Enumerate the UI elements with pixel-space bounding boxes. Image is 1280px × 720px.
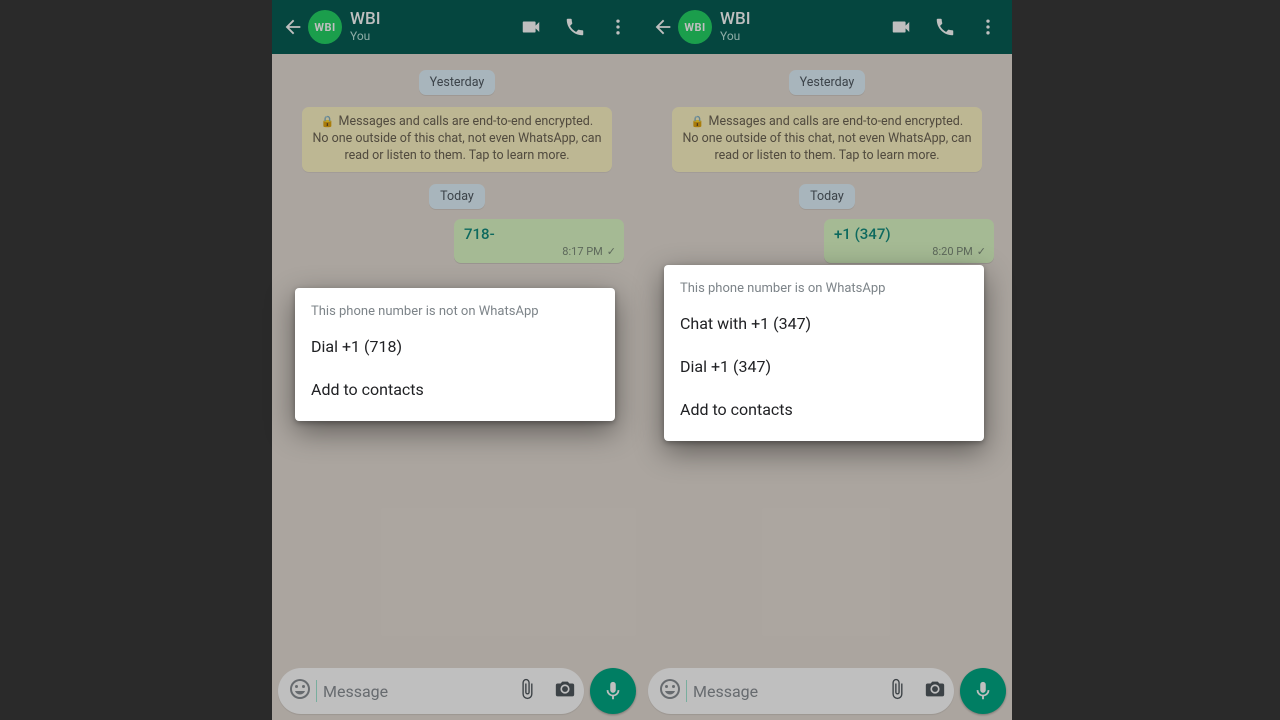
message-text: +1 (347) [834,225,986,243]
encryption-banner[interactable]: 🔒Messages and calls are end-to-end encry… [672,107,982,172]
date-chip-yesterday: Yesterday [789,70,866,95]
lock-icon: 🔒 [691,115,705,128]
attach-icon[interactable] [886,678,908,704]
message-bubble[interactable]: +1 (347) 8:20 PM ✓ [824,219,994,263]
voice-call-icon[interactable] [564,16,586,38]
message-input[interactable]: Message [648,668,954,714]
input-bar: Message [648,668,1006,714]
voice-call-icon[interactable] [934,16,956,38]
date-chip-yesterday: Yesterday [419,70,496,95]
dialog-item-add-contact[interactable]: Add to contacts [295,368,615,411]
phone-action-dialog-not-on-whatsapp: This phone number is not on WhatsApp Dia… [295,288,615,421]
encryption-text: Messages and calls are end-to-end encryp… [683,114,972,163]
dialog-item-add-contact[interactable]: Add to contacts [664,388,984,431]
message-time: 8:17 PM [562,245,602,258]
message-bubble[interactable]: 718- 8:17 PM ✓ [454,219,624,263]
contact-name: WBI [350,10,520,30]
lock-icon: 🔒 [321,115,335,128]
chat-title-block[interactable]: WBI You [720,10,890,43]
contact-sub: You [350,30,520,44]
input-bar: Message [278,668,636,714]
chat-title-block[interactable]: WBI You [350,10,520,43]
emoji-icon[interactable] [288,677,312,705]
more-options-icon[interactable] [978,17,998,37]
dialog-title: This phone number is not on WhatsApp [295,302,615,325]
avatar[interactable]: WBI [308,10,342,44]
date-chip-today: Today [799,184,855,209]
back-button[interactable] [278,7,308,47]
more-options-icon[interactable] [608,17,628,37]
back-button[interactable] [648,7,678,47]
chat-header: WBI WBI You [272,0,642,54]
message-placeholder: Message [316,680,516,702]
avatar[interactable]: WBI [678,10,712,44]
voice-record-button[interactable] [960,668,1006,714]
video-call-icon[interactable] [890,16,912,38]
sent-tick-icon: ✓ [977,245,986,258]
dialog-item-dial[interactable]: Dial +1 (347) [664,345,984,388]
chat-header: WBI WBI You [642,0,1012,54]
camera-icon[interactable] [554,678,576,704]
contact-name: WBI [720,10,890,30]
date-chip-today: Today [429,184,485,209]
message-input[interactable]: Message [278,668,584,714]
message-text: 718- [464,225,616,243]
contact-sub: You [720,30,890,44]
encryption-banner[interactable]: 🔒Messages and calls are end-to-end encry… [302,107,612,172]
message-placeholder: Message [686,680,886,702]
voice-record-button[interactable] [590,668,636,714]
sent-tick-icon: ✓ [607,245,616,258]
encryption-text: Messages and calls are end-to-end encryp… [313,114,602,163]
emoji-icon[interactable] [658,677,682,705]
dialog-item-chat[interactable]: Chat with +1 (347) [664,302,984,345]
phone-action-dialog-on-whatsapp: This phone number is on WhatsApp Chat wi… [664,265,984,441]
video-call-icon[interactable] [520,16,542,38]
dialog-title: This phone number is on WhatsApp [664,279,984,302]
dialog-item-dial[interactable]: Dial +1 (718) [295,325,615,368]
message-time: 8:20 PM [932,245,972,258]
camera-icon[interactable] [924,678,946,704]
attach-icon[interactable] [516,678,538,704]
